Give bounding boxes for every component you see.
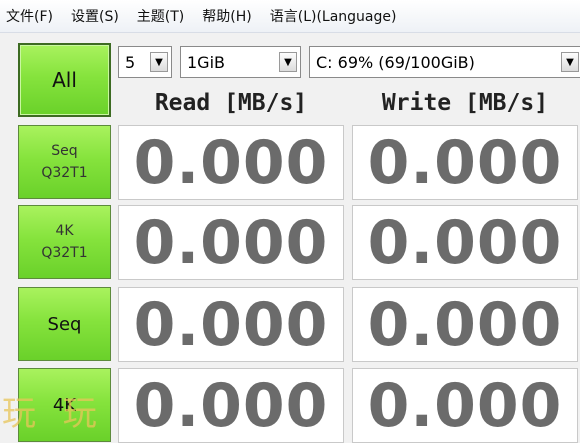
menu-file[interactable]: 文件(F) — [6, 6, 53, 26]
seq-q32t1-line1: Seq — [51, 143, 78, 159]
run-all-button[interactable]: All — [18, 43, 111, 117]
k4-q32t1-line2: Q32T1 — [41, 245, 88, 261]
read-header: Read [MB/s] — [154, 90, 308, 116]
menu-language[interactable]: 语言(L)(Language) — [270, 6, 397, 26]
drive-select[interactable]: C: 69% (69/100GiB) ▼ — [309, 46, 580, 78]
write-header: Write [MB/s] — [381, 90, 549, 116]
seq-q32t1-label: Seq Q32T1 — [41, 140, 87, 184]
k4-q32t1-read-value: 0.000 — [118, 205, 344, 280]
k4-read-value: 0.000 — [118, 368, 344, 443]
seq-read-value: 0.000 — [118, 287, 344, 362]
watermark: 玩 玩 — [2, 394, 105, 434]
chevron-down-icon[interactable]: ▼ — [279, 52, 297, 72]
k4-q32t1-label: 4K Q32T1 — [41, 220, 87, 264]
test-count-select[interactable]: 5 ▼ — [118, 46, 172, 78]
k4-q32t1-line1: 4K — [55, 223, 74, 239]
drive-value: C: 69% (69/100GiB) — [316, 52, 475, 72]
menu-help[interactable]: 帮助(H) — [202, 6, 251, 26]
menu-theme[interactable]: 主题(T) — [137, 6, 184, 26]
seq-q32t1-read-value: 0.000 — [118, 125, 344, 200]
chevron-down-icon[interactable]: ▼ — [561, 52, 579, 72]
k4-write-value: 0.000 — [352, 368, 578, 443]
run-seq-q32t1-button[interactable]: Seq Q32T1 — [18, 125, 111, 199]
test-size-select[interactable]: 1GiB ▼ — [180, 46, 301, 78]
menu-settings[interactable]: 设置(S) — [71, 6, 119, 26]
run-4k-q32t1-button[interactable]: 4K Q32T1 — [18, 205, 111, 279]
test-count-value: 5 — [125, 52, 136, 72]
run-all-label: All — [52, 68, 77, 92]
k4-q32t1-write-value: 0.000 — [352, 205, 578, 280]
seq-q32t1-write-value: 0.000 — [352, 125, 578, 200]
seq-write-value: 0.000 — [352, 287, 578, 362]
chevron-down-icon[interactable]: ▼ — [150, 52, 168, 72]
run-seq-button[interactable]: Seq — [18, 287, 111, 361]
seq-q32t1-line2: Q32T1 — [41, 165, 88, 181]
test-size-value: 1GiB — [187, 52, 225, 72]
seq-label: Seq — [47, 313, 82, 335]
menu-bar: 文件(F) 设置(S) 主题(T) 帮助(H) 语言(L)(Language) — [0, 0, 580, 33]
